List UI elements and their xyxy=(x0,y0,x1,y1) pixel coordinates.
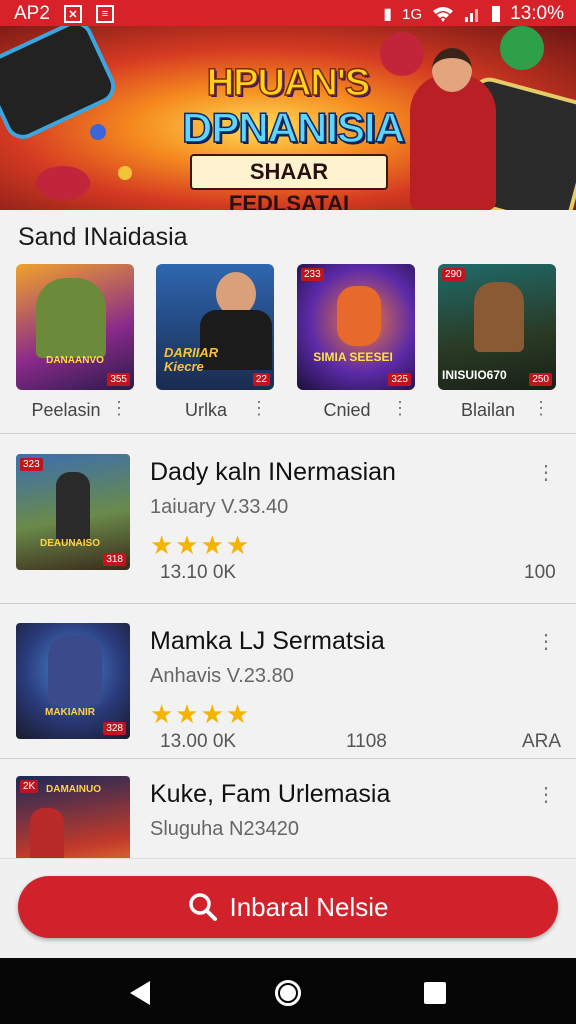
banner-title-main: DPNANISIA xyxy=(181,103,406,152)
item-version: 1aiuary V.33.40 xyxy=(150,496,289,518)
status-time: 13:0% xyxy=(510,3,564,24)
list-item[interactable]: 323 DEAUNAISO 318 Dady kaln INermasian 1… xyxy=(0,454,576,604)
game-thumbnail[interactable]: 233 SIMIA SEESEI 325 xyxy=(297,264,415,390)
thumb-title: DANAANVO xyxy=(46,355,104,366)
game-thumbnail[interactable]: DARIIAR Kiecre 22 xyxy=(156,264,274,390)
download-count: 13.00 0K xyxy=(160,731,237,752)
rank-badge: 323 xyxy=(20,458,43,471)
character-figure xyxy=(410,74,496,210)
star-rating: ★★★★ xyxy=(150,699,252,729)
featured-card[interactable]: 233 SIMIA SEESEI 325 Cnied ⋮ xyxy=(297,264,415,420)
vibrate-icon: ▮ xyxy=(383,6,393,23)
featured-card[interactable]: 290 INISUIO670 250 Blailan ⋮ xyxy=(438,264,556,420)
divider xyxy=(0,758,576,759)
thumb-title: DEAUNAISO xyxy=(39,538,100,549)
wifi-icon xyxy=(433,7,454,22)
rank-badge: 290 xyxy=(442,268,465,281)
rating-badge: 325 xyxy=(388,373,411,386)
item-title[interactable]: Kuke, Fam Urlemasia xyxy=(150,780,390,809)
item-version: Sluguha N23420 xyxy=(150,818,300,840)
system-nav-bar xyxy=(0,958,576,1024)
list-item[interactable]: MAKIANIR 328 Mamka LJ Sermatsia Anhavis … xyxy=(0,623,576,773)
card-label: Cnied xyxy=(323,400,371,420)
character-head xyxy=(432,48,472,92)
download-count: 13.10 0K xyxy=(160,562,237,583)
home-icon[interactable] xyxy=(274,979,302,1007)
game-thumbnail[interactable]: 290 INISUIO670 250 xyxy=(438,264,556,390)
back-icon[interactable] xyxy=(128,980,152,1006)
character-figure xyxy=(48,635,102,705)
rating-badge: 22 xyxy=(252,373,270,386)
install-button[interactable]: Inbaral Nelsie xyxy=(18,876,558,938)
mail-icon: ✕ xyxy=(63,5,82,23)
more-icon[interactable]: ⋮ xyxy=(536,782,556,807)
item-title[interactable]: Dady kaln INermasian xyxy=(150,458,396,487)
more-icon[interactable]: ⋮ xyxy=(536,460,556,485)
card-label: Blailan xyxy=(460,400,516,420)
banner-title-top: HPUAN'S xyxy=(206,61,371,105)
card-label: Urlka xyxy=(184,400,227,420)
orb-icon xyxy=(90,124,106,140)
game-thumbnail[interactable]: MAKIANIR 328 xyxy=(16,623,130,739)
thumb-title: DAMAINUO xyxy=(46,784,101,795)
install-button-label: Inbaral Nelsie xyxy=(229,891,389,922)
rating-badge: 355 xyxy=(107,373,130,386)
search-icon xyxy=(188,893,217,921)
game-thumbnail[interactable]: 323 DEAUNAISO 318 xyxy=(16,454,130,570)
signal-icon xyxy=(465,9,479,22)
more-icon[interactable]: ⋮ xyxy=(532,398,550,419)
divider xyxy=(0,603,576,604)
star-rating: ★★★★ xyxy=(150,530,252,560)
rating-badge: 328 xyxy=(103,722,126,735)
rank-badge: 233 xyxy=(301,268,324,281)
character-figure xyxy=(36,278,106,358)
card-label: Peelasin xyxy=(31,400,101,420)
item-size: 100 xyxy=(524,562,556,583)
thumb-title: MAKIANIR xyxy=(45,707,95,718)
featured-games-row: DANAANVO 355 Peelasin ⋮ DARIIAR Kiecre 2… xyxy=(0,264,576,424)
status-bar: AP2 ✕ ≡ ▮ 1G 13:0% xyxy=(0,0,576,26)
character-figure xyxy=(56,472,90,542)
thumb-title: INISUIO670 xyxy=(442,368,507,382)
banner-subtitle: SHAAR FEDLSATAI xyxy=(190,154,388,210)
rating-badge: 318 xyxy=(103,553,126,566)
rating-badge: 250 xyxy=(529,373,552,386)
hero-banner[interactable]: HPUAN'S DPNANISIA SHAAR FEDLSATAI xyxy=(0,26,576,210)
orb-icon xyxy=(500,26,544,70)
status-carrier: AP2 xyxy=(14,3,50,24)
thumb-title: SIMIA SEESEI xyxy=(313,350,393,364)
more-icon[interactable]: ⋮ xyxy=(250,398,268,419)
notification-icon: ≡ xyxy=(95,5,114,23)
item-version: Anhavis V.23.80 xyxy=(150,665,294,687)
character-figure xyxy=(30,808,64,858)
network-type: 1G xyxy=(402,5,423,23)
battery-icon xyxy=(492,6,501,22)
recents-icon[interactable] xyxy=(424,982,446,1004)
thumb-title: DARIIAR Kiecre xyxy=(164,345,219,374)
rank-badge: 2K xyxy=(20,780,39,793)
more-icon[interactable]: ⋮ xyxy=(391,398,409,419)
more-icon[interactable]: ⋮ xyxy=(110,398,128,419)
list-item[interactable]: 2K DAMAINUO Kuke, Fam Urlemasia Sluguha … xyxy=(0,776,576,858)
divider xyxy=(0,433,576,434)
more-icon[interactable]: ⋮ xyxy=(536,629,556,654)
item-extra: ARA xyxy=(522,731,562,752)
item-size: 1108 xyxy=(346,731,387,752)
featured-card[interactable]: DANAANVO 355 Peelasin ⋮ xyxy=(16,264,134,420)
game-thumbnail[interactable]: 2K DAMAINUO xyxy=(16,776,130,858)
character-figure xyxy=(337,286,381,346)
character-figure xyxy=(474,282,524,352)
orb-icon xyxy=(118,166,132,180)
featured-card[interactable]: DARIIAR Kiecre 22 Urlka ⋮ xyxy=(156,264,274,420)
game-thumbnail[interactable]: DANAANVO 355 xyxy=(16,264,134,390)
section-title: Sand INaidasia xyxy=(18,223,188,251)
orb-icon xyxy=(36,166,90,200)
item-title[interactable]: Mamka LJ Sermatsia xyxy=(150,627,385,656)
